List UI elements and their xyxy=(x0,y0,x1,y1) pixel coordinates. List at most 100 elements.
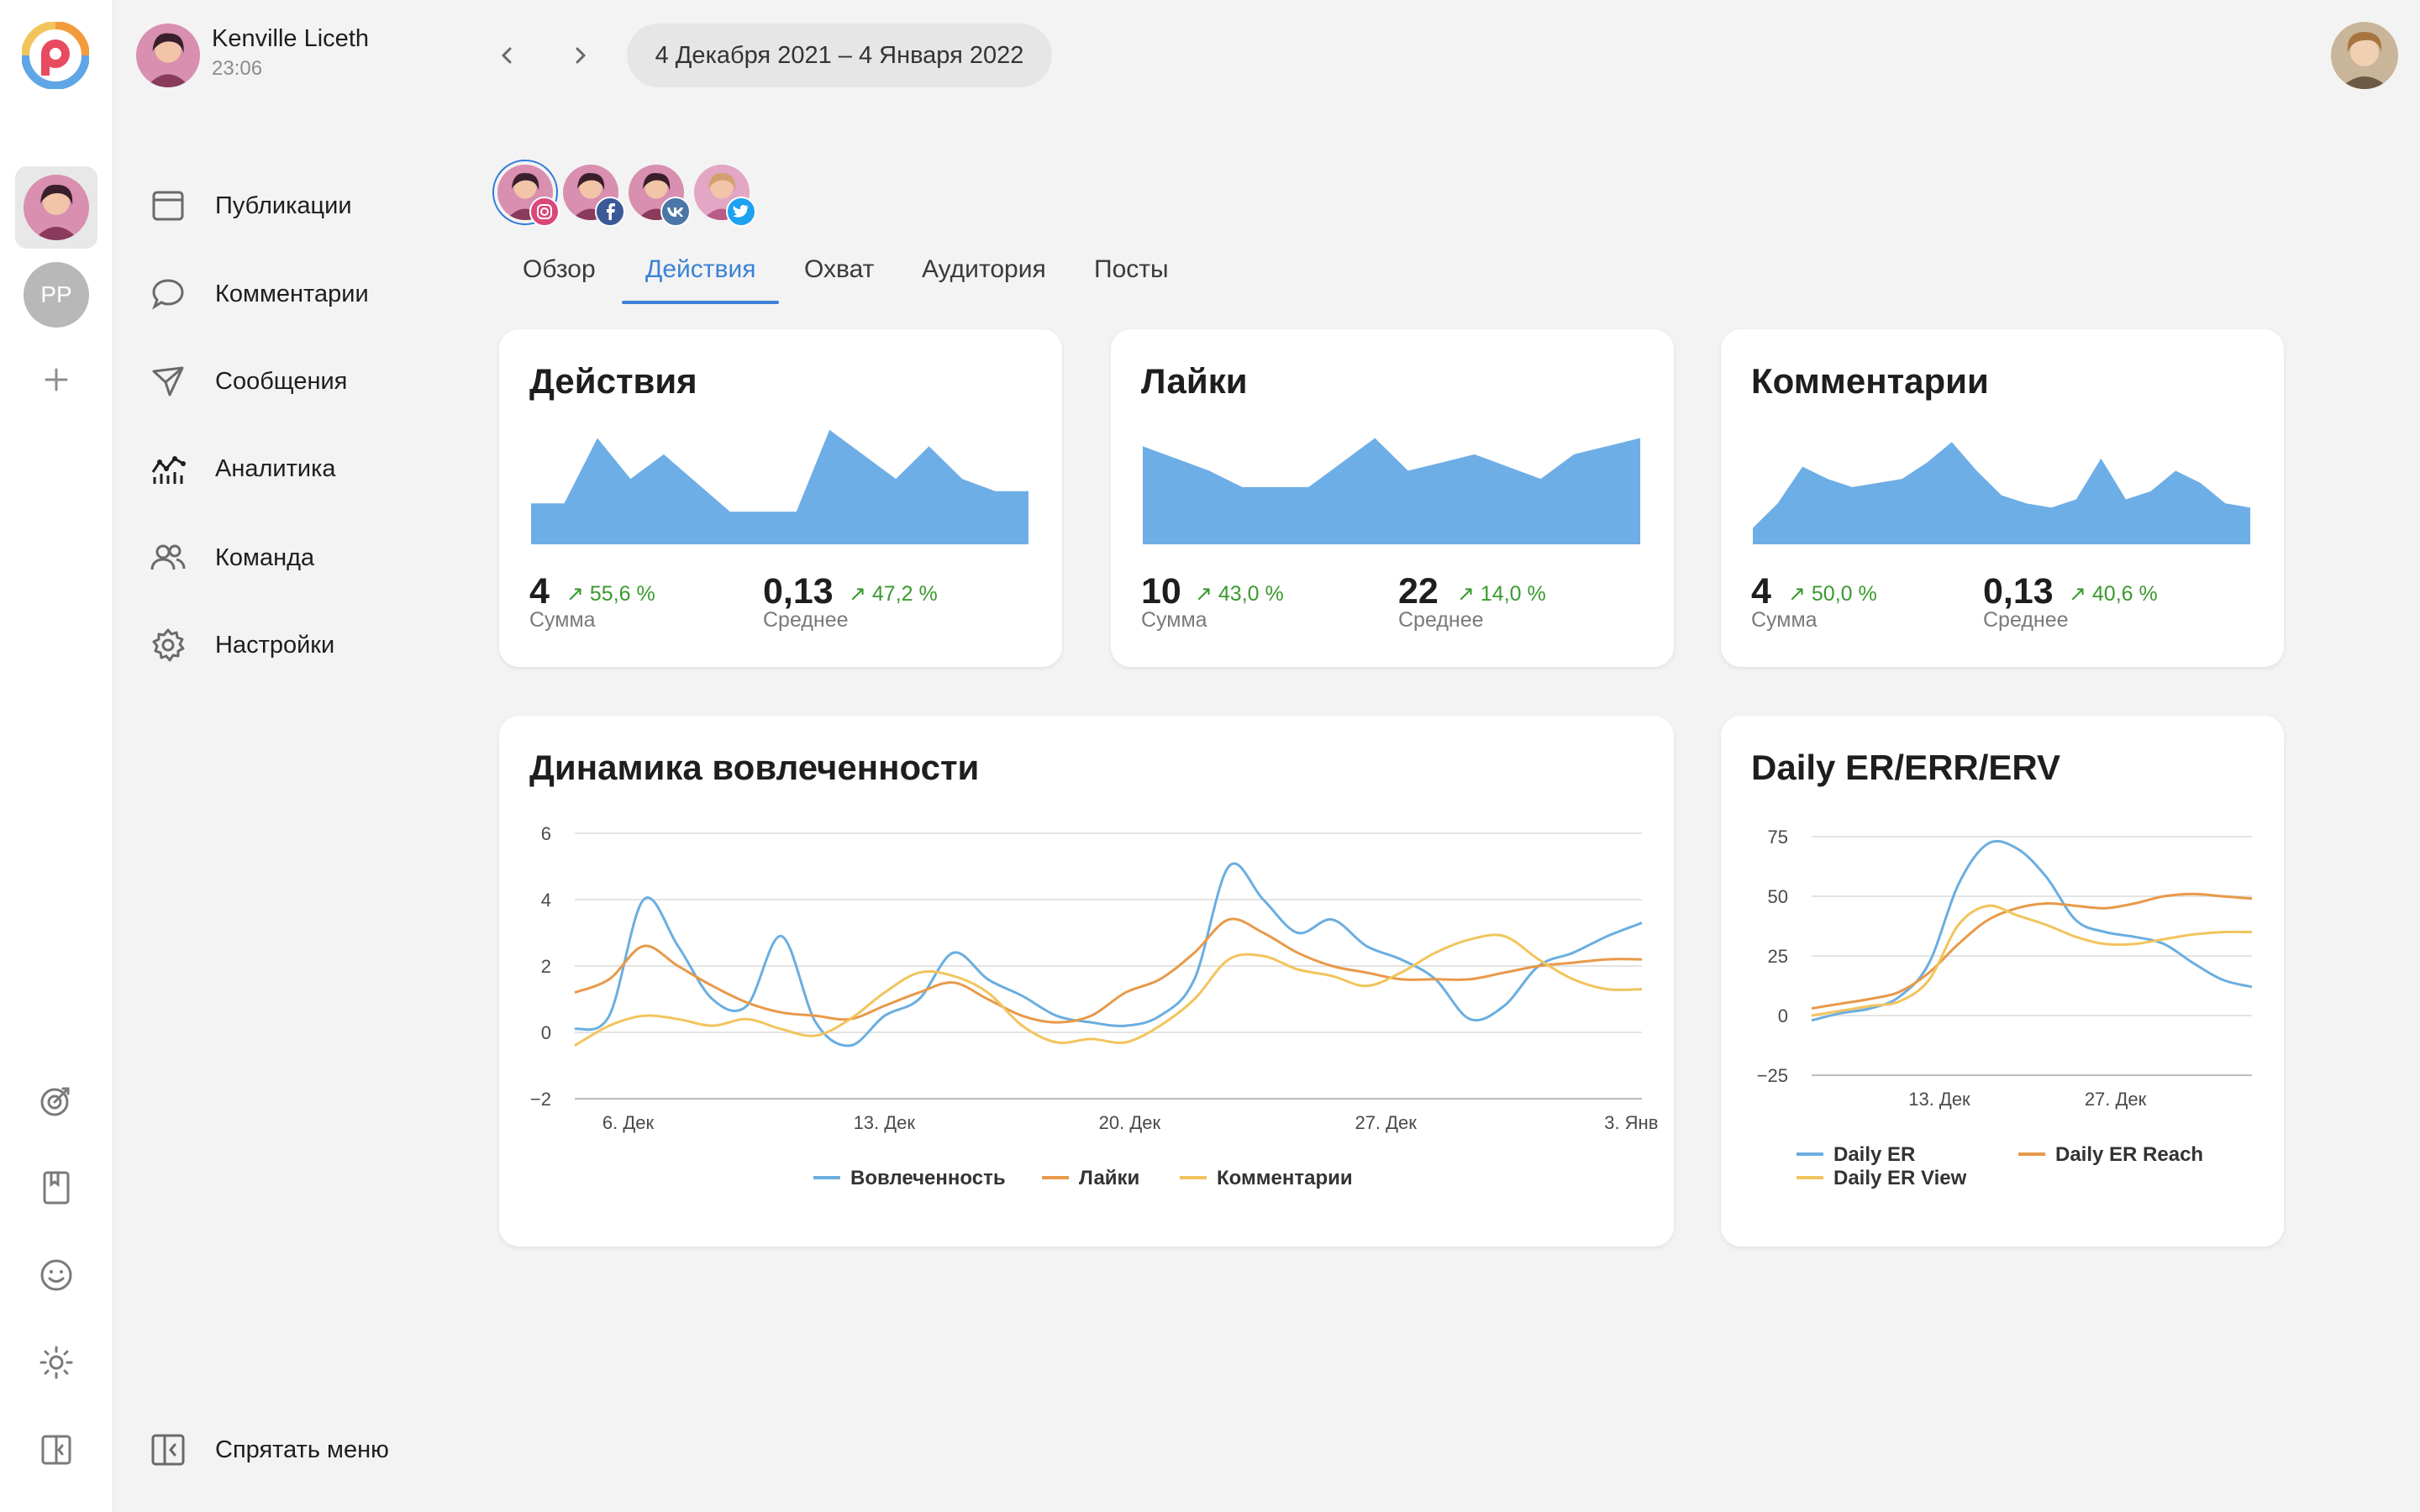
avg-value: 0,13 xyxy=(763,571,834,612)
series-line xyxy=(1811,904,2253,1017)
daily-er-line-chart: 7550250−2513. Дек 27. ДекDaily ER Daily ER… xyxy=(1757,827,2253,1189)
menu-label: Комментарии xyxy=(215,281,369,307)
hide-menu-label: Спрятать меню xyxy=(215,1436,389,1463)
sparkline-area-path xyxy=(1143,438,1640,544)
app-logo[interactable] xyxy=(22,22,89,89)
avg-label: Среднее xyxy=(1398,608,1484,632)
sum-label: Сумма xyxy=(1751,608,1818,632)
x-tick-label: 13. Дек xyxy=(854,1112,916,1133)
sum-change: ↗ 55,6 % xyxy=(566,582,655,606)
chevron-right-icon[interactable] xyxy=(566,39,595,72)
avatar xyxy=(24,175,89,240)
menu-item-comments[interactable]: Комментарии xyxy=(150,269,452,319)
legend-label[interactable]: Daily ER Reach xyxy=(2055,1143,2203,1166)
tab-overview[interactable]: Обзор xyxy=(523,255,596,284)
menu-item-team[interactable]: Команда xyxy=(150,533,452,583)
menu-label: Команда xyxy=(215,544,315,571)
active-tab-indicator xyxy=(622,301,779,304)
sparkline-area-path xyxy=(531,429,1028,544)
card-engagement-dynamics: Динамика вовлеченности 6 4 2 0 −2 6. Дек 13. Д… xyxy=(499,716,1674,1247)
x-tick-label: 20. Дек xyxy=(1099,1112,1161,1133)
series-line xyxy=(1811,839,2253,1022)
sum-value: 10 xyxy=(1141,571,1181,612)
tab-actions[interactable]: Действия xyxy=(645,255,755,284)
add-profile-icon[interactable] xyxy=(38,361,75,398)
menu-item-messages[interactable]: Сообщения xyxy=(150,356,452,407)
card-actions: Действия 4 ↗ 55,6 % Сумма 0,13 ↗ 47,2 % … xyxy=(499,329,1062,667)
legend-label[interactable]: Daily ER xyxy=(1833,1143,1915,1166)
hide-menu-button[interactable]: Спрятать меню xyxy=(150,1425,452,1475)
avg-label: Среднее xyxy=(1983,608,2069,632)
menu-item-settings[interactable]: Настройки xyxy=(150,620,452,670)
sparkline-area xyxy=(531,429,1028,544)
account-facebook[interactable] xyxy=(558,160,625,227)
x-tick-label: 3. Янв xyxy=(1604,1112,1658,1133)
y-tick-label: 6 xyxy=(541,823,551,844)
rail-profile-kenville[interactable] xyxy=(15,166,97,249)
smile-icon[interactable] xyxy=(36,1255,76,1295)
legend-label[interactable]: Вовлеченность xyxy=(850,1167,1006,1189)
legend-label[interactable]: Комментарии xyxy=(1217,1167,1353,1189)
y-tick-label: 2 xyxy=(541,956,551,977)
avg-label: Среднее xyxy=(763,608,849,632)
card-title: Действия xyxy=(529,361,697,401)
menu-item-publications[interactable]: Публикации xyxy=(150,181,452,231)
x-tick-label: 27. Дек xyxy=(2085,1089,2147,1110)
account-instagram[interactable] xyxy=(492,160,560,227)
team-icon xyxy=(150,544,186,570)
account-twitter[interactable] xyxy=(689,160,756,227)
y-tick-label: 0 xyxy=(541,1022,551,1043)
y-tick-label: −25 xyxy=(1757,1065,1788,1086)
tab-audience[interactable]: Аудитория xyxy=(922,255,1046,284)
tab-posts[interactable]: Посты xyxy=(1094,255,1169,284)
menu-label: Настройки xyxy=(215,632,335,659)
analytics-icon xyxy=(151,456,186,484)
sparkline-area xyxy=(1143,438,1640,544)
theme-sun-icon[interactable] xyxy=(36,1342,76,1383)
comment-icon xyxy=(152,279,184,310)
account-avatar[interactable] xyxy=(2331,22,2398,89)
app-rail: PP xyxy=(0,0,113,1512)
y-tick-label: 0 xyxy=(1778,1005,1788,1026)
sum-change: ↗ 50,0 % xyxy=(1788,582,1877,606)
avg-value: 0,13 xyxy=(1983,571,2054,612)
card-comments: Комментарии 4 ↗ 50,0 % Сумма 0,13 ↗ 40,6… xyxy=(1721,329,2284,667)
facebook-icon xyxy=(595,197,625,227)
sum-label: Сумма xyxy=(1141,608,1207,632)
sum-value: 4 xyxy=(1751,571,1771,612)
card-title: Лайки xyxy=(1141,361,1248,401)
date-range-picker[interactable]: 4 Декабря 2021 – 4 Января 2022 xyxy=(627,24,1052,87)
sum-label: Сумма xyxy=(529,608,596,632)
legend-label[interactable]: Лайки xyxy=(1079,1167,1139,1189)
book-icon[interactable] xyxy=(36,1168,76,1208)
user-avatar[interactable] xyxy=(136,24,200,87)
avg-change: ↗ 14,0 % xyxy=(1457,582,1546,606)
x-tick-label: 6. Дек xyxy=(602,1112,655,1133)
x-tick-label: 13. Дек xyxy=(1908,1089,1970,1110)
instagram-icon xyxy=(529,197,560,227)
settings-icon xyxy=(152,628,185,662)
menu-label: Публикации xyxy=(215,192,352,219)
y-tick-label: 4 xyxy=(541,890,551,911)
sparkline-area-path xyxy=(1753,442,2250,544)
user-name: Kenville Liceth xyxy=(212,25,369,52)
account-vk[interactable] xyxy=(623,160,691,227)
legend-label[interactable]: Daily ER View xyxy=(1833,1167,1967,1189)
twitter-icon xyxy=(726,197,756,227)
y-tick-label: 50 xyxy=(1768,886,1788,907)
sum-change: ↗ 43,0 % xyxy=(1195,582,1284,606)
collapse-panel-icon[interactable] xyxy=(36,1430,76,1470)
chevron-left-icon[interactable] xyxy=(492,39,521,72)
target-icon[interactable] xyxy=(36,1080,76,1121)
menu-item-analytics[interactable]: Аналитика xyxy=(150,444,452,494)
vk-icon xyxy=(660,197,691,227)
y-tick-label: 25 xyxy=(1768,946,1788,967)
tab-reach[interactable]: Охват xyxy=(804,255,874,284)
rail-profile-pp[interactable]: PP xyxy=(24,262,89,328)
avg-change: ↗ 40,6 % xyxy=(2069,582,2158,606)
calendar-icon xyxy=(152,191,184,221)
card-likes: Лайки 10 ↗ 43,0 % Сумма 22 ↗ 14,0 % Сред… xyxy=(1111,329,1674,667)
send-icon xyxy=(152,366,184,396)
sidebar-collapse-icon xyxy=(151,1434,185,1466)
card-title: Комментарии xyxy=(1751,361,1989,401)
